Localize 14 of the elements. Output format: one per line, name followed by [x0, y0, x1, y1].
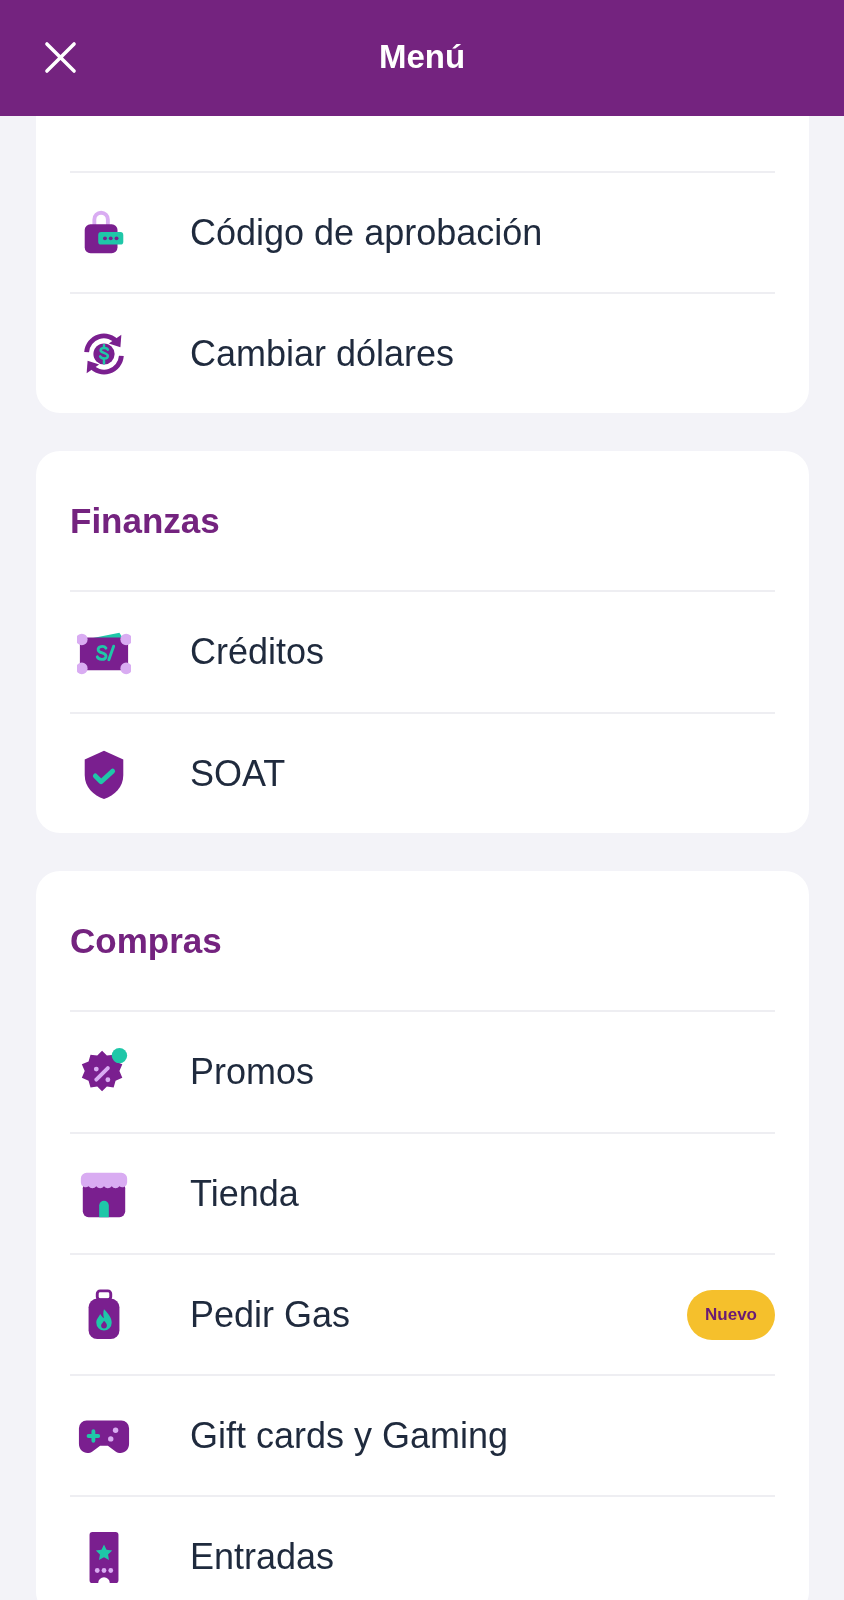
menu-item[interactable]: Promos	[70, 1012, 775, 1132]
new-badge: Nuevo	[687, 1289, 775, 1340]
menu-item[interactable]: Entradas	[70, 1495, 775, 1600]
menu-item[interactable]: Gift cards y Gaming	[70, 1374, 775, 1495]
menu-item[interactable]: Tienda	[70, 1132, 775, 1253]
close-icon[interactable]	[44, 41, 77, 74]
screen-title: Menú	[378, 38, 466, 76]
menu-item[interactable]: SOAT	[70, 712, 775, 833]
menu-item[interactable]: Créditos	[70, 592, 775, 712]
section-heading: Finanzas	[70, 500, 220, 541]
menu-item[interactable]: Pedir Gas Nuevo	[70, 1253, 775, 1374]
menu-item[interactable]: Código de aprobación	[70, 171, 775, 292]
section-heading: Compras	[70, 920, 222, 961]
menu-item[interactable]: Cambiar dólares	[70, 292, 775, 413]
